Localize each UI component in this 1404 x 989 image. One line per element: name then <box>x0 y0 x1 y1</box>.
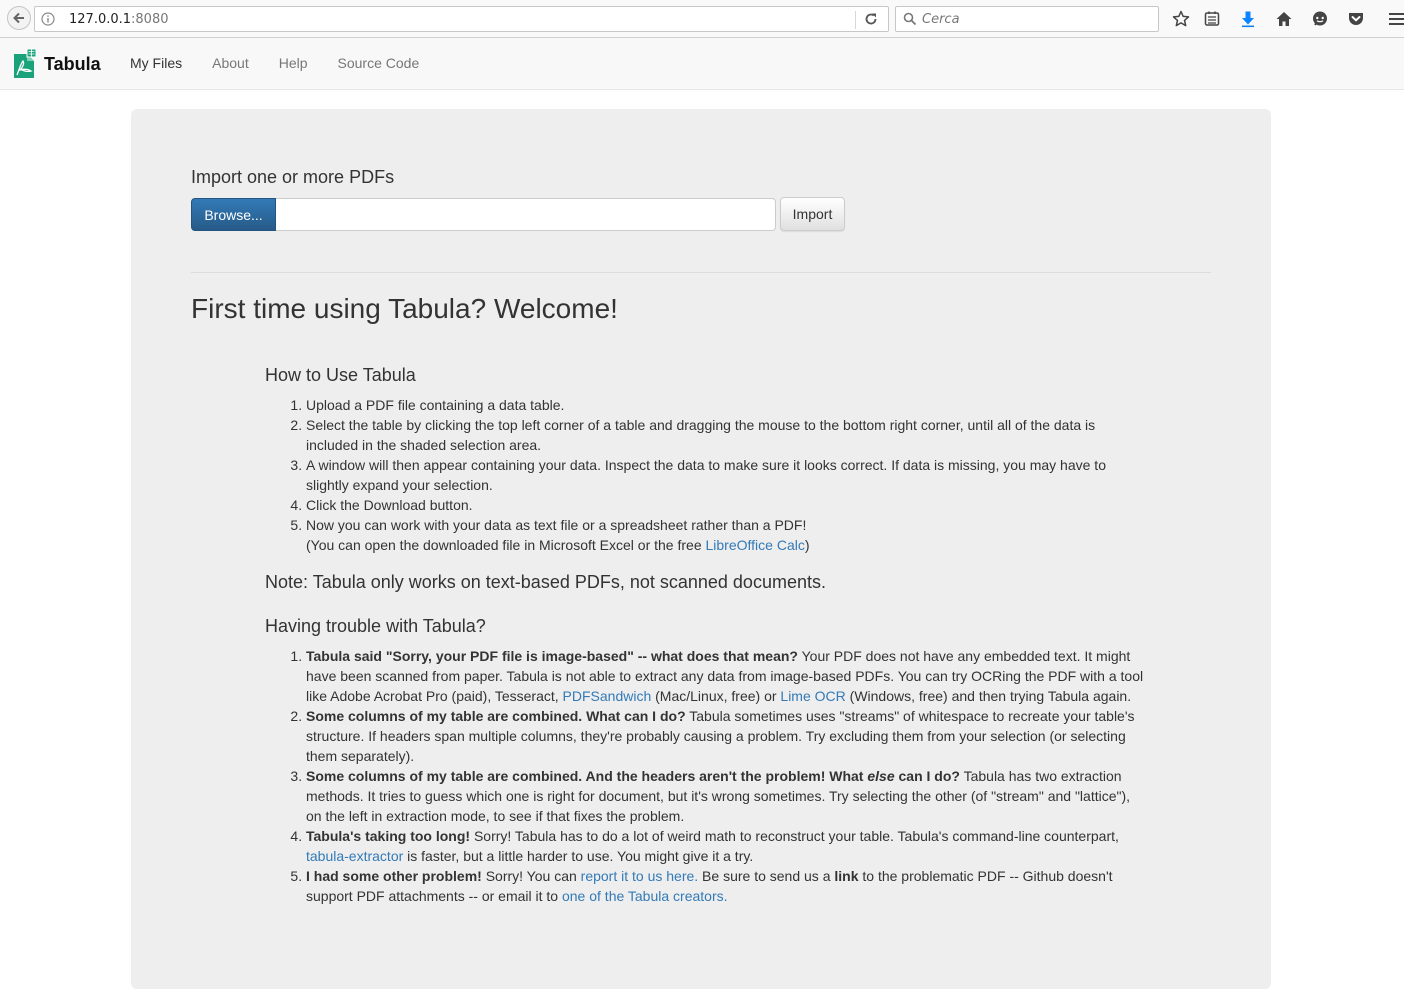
trouble-answer: Sorry! You can <box>481 868 581 884</box>
browser-toolbar: 127.0.0.1:8080 Cerca <box>0 0 1404 38</box>
main-panel: Import one or more PDFs Browse... Import… <box>131 109 1271 989</box>
how-to-step: Click the Download button. <box>306 495 1146 515</box>
address-bar[interactable]: 127.0.0.1:8080 <box>34 6 889 32</box>
brand-name: Tabula <box>44 53 101 74</box>
divider <box>191 272 1211 273</box>
home-icon[interactable] <box>1274 9 1294 29</box>
trouble-answer: (Mac/Linux, free) or <box>651 688 781 704</box>
trouble-question: Some columns of my table are combined. A… <box>306 768 960 784</box>
question-part: Some columns of my table are combined. A… <box>306 768 868 784</box>
nav-about[interactable]: About <box>197 38 264 89</box>
url-host: 127.0.0.1 <box>69 12 132 27</box>
trouble-item: I had some other problem! Sorry! You can… <box>306 866 1146 906</box>
bookmark-star-icon[interactable] <box>1171 9 1191 29</box>
trouble-answer: Be sure to send us a <box>698 868 835 884</box>
nav-help[interactable]: Help <box>264 38 323 89</box>
import-title: Import one or more PDFs <box>191 167 395 187</box>
report-link[interactable]: report it to us here. <box>581 868 699 884</box>
creators-link[interactable]: one of the Tabula creators. <box>562 888 728 904</box>
browse-button[interactable]: Browse... <box>191 198 276 231</box>
trouble-item: Tabula's taking too long! Sorry! Tabula … <box>306 826 1146 866</box>
back-button[interactable] <box>7 6 31 30</box>
url-port: :8080 <box>131 12 169 27</box>
how-to-step: Select the table by clicking the top lef… <box>306 415 1146 455</box>
navbar: Tabula My Files About Help Source Code <box>0 38 1404 90</box>
pocket-icon[interactable] <box>1346 9 1366 29</box>
how-to-steps: Upload a PDF file containing a data tabl… <box>265 395 1146 555</box>
info-icon[interactable] <box>41 12 55 26</box>
how-to-step: A window will then appear containing you… <box>306 455 1146 495</box>
search-bar[interactable]: Cerca <box>895 6 1159 32</box>
tabula-logo-icon <box>14 49 37 78</box>
pdfsandwich-link[interactable]: PDFSandwich <box>563 688 652 704</box>
welcome-title: First time using Tabula? Welcome! <box>191 293 618 324</box>
chat-icon[interactable] <box>1310 9 1330 29</box>
trouble-title: Having trouble with Tabula? <box>265 616 486 636</box>
reading-list-icon[interactable] <box>1202 9 1222 29</box>
trouble-question: Some columns of my table are combined. W… <box>306 708 686 724</box>
tabula-extractor-link[interactable]: tabula-extractor <box>306 848 403 864</box>
how-to-step: Now you can work with your data as text … <box>306 515 1146 555</box>
step-text: Now you can work with your data as text … <box>306 517 807 533</box>
step-note: (You can open the downloaded file in Mic… <box>306 537 706 553</box>
note-text: Note: Tabula only works on text-based PD… <box>265 572 826 592</box>
trouble-answer: Sorry! Tabula has to do a lot of weird m… <box>470 828 1119 844</box>
back-arrow-icon <box>13 12 24 24</box>
url-separator <box>855 11 856 29</box>
search-placeholder: Cerca <box>922 12 960 27</box>
import-button[interactable]: Import <box>780 197 845 231</box>
trouble-question: Tabula's taking too long! <box>306 828 471 844</box>
trouble-item: Tabula said "Sorry, your PDF file is ima… <box>306 646 1146 706</box>
url-text[interactable]: 127.0.0.1:8080 <box>69 12 169 27</box>
brand-link[interactable]: Tabula <box>12 48 101 80</box>
link-emphasis: link <box>834 868 859 884</box>
trouble-item: Some columns of my table are combined. W… <box>306 706 1146 766</box>
nav-my-files[interactable]: My Files <box>115 38 197 89</box>
reload-icon[interactable] <box>864 12 878 26</box>
question-emphasis: else <box>867 768 895 784</box>
how-to-step: Upload a PDF file containing a data tabl… <box>306 395 1146 415</box>
question-part: can I do? <box>894 768 960 784</box>
step-note-end: ) <box>804 537 810 553</box>
download-icon[interactable] <box>1238 9 1258 29</box>
lime-ocr-link[interactable]: Lime OCR <box>780 688 845 704</box>
trouble-answer: is faster, but a little harder to use. Y… <box>403 848 754 864</box>
file-path-field[interactable] <box>276 198 776 231</box>
trouble-question: Tabula said "Sorry, your PDF file is ima… <box>306 648 798 664</box>
trouble-answer: (Windows, free) and then trying Tabula a… <box>845 688 1132 704</box>
trouble-item: Some columns of my table are combined. A… <box>306 766 1146 826</box>
search-icon <box>903 12 917 26</box>
how-to-title: How to Use Tabula <box>265 365 416 385</box>
menu-icon[interactable] <box>1387 9 1404 29</box>
nav-source-code[interactable]: Source Code <box>323 38 435 89</box>
trouble-list: Tabula said "Sorry, your PDF file is ima… <box>265 646 1146 906</box>
trouble-question: I had some other problem! <box>306 868 482 884</box>
nav-links: My Files About Help Source Code <box>115 38 434 89</box>
libreoffice-link[interactable]: LibreOffice Calc <box>706 537 805 553</box>
